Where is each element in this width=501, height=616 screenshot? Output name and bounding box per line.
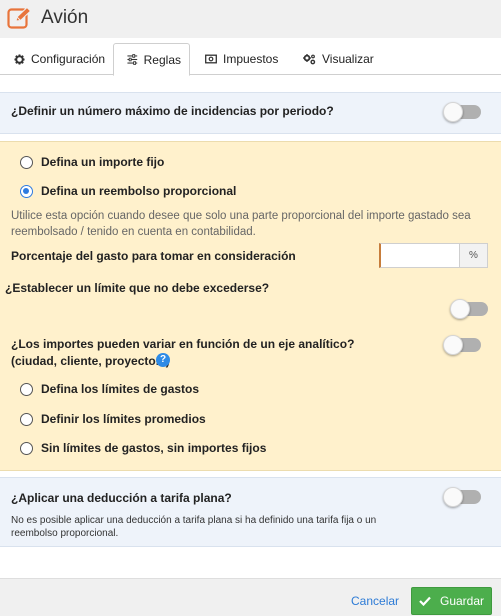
- proportional-hint: Utilice esta opción cuando desee que sol…: [11, 210, 471, 238]
- percentage-unit: %: [459, 243, 488, 268]
- expense-limits-radio[interactable]: Defina los límites de gastos: [20, 381, 199, 397]
- gear-icon: [14, 53, 25, 65]
- tab-bar: Configuración Reglas Impuestos Visualiza…: [0, 38, 501, 76]
- tab-label: Configuración: [31, 52, 106, 66]
- radio-label: Definir los límites promedios: [41, 412, 206, 426]
- radio-label: Defina un importe fijo: [41, 155, 165, 169]
- radio-label: Defina un reembolso proporcional: [41, 184, 237, 198]
- max-incidents-label: ¿Definir un número máximo de incidencias…: [11, 104, 334, 118]
- flat-rate-section: ¿Aplicar una deducción a tarifa plana? N…: [0, 477, 501, 547]
- fixed-amount-radio[interactable]: Defina un importe fijo: [20, 154, 164, 170]
- gears-icon: [303, 53, 316, 64]
- no-limits-radio[interactable]: Sin límites de gastos, sin importes fijo…: [20, 440, 266, 456]
- edit-icon: [7, 6, 32, 29]
- tab-reglas[interactable]: Reglas: [113, 43, 190, 76]
- cancel-button[interactable]: Cancelar: [351, 594, 399, 608]
- save-label: Guardar: [439, 594, 485, 608]
- flat-rate-label: ¿Aplicar una deducción a tarifa plana?: [11, 491, 232, 505]
- tab-label: Reglas: [143, 52, 181, 67]
- money-icon: [205, 54, 217, 64]
- radio-label: Sin límites de gastos, sin importes fijo…: [41, 441, 267, 455]
- tab-label: Visualizar: [322, 52, 374, 66]
- radio-circle: [20, 382, 33, 396]
- save-button[interactable]: Guardar: [411, 587, 492, 615]
- radio-circle: [20, 155, 33, 169]
- radio-circle: [20, 441, 33, 455]
- tab-configuracion[interactable]: Configuración: [6, 43, 113, 75]
- percentage-input[interactable]: [379, 243, 460, 268]
- tab-impuestos[interactable]: Impuestos: [197, 43, 286, 75]
- max-incidents-section: ¿Definir un número máximo de incidencias…: [0, 92, 501, 134]
- sliders-icon: [127, 54, 138, 65]
- reimbursement-section: Defina un importe fijo Defina un reembol…: [0, 141, 501, 471]
- question-icon[interactable]: ?: [156, 353, 170, 367]
- radio-circle: [20, 412, 33, 426]
- flat-rate-toggle[interactable]: [443, 487, 481, 507]
- flat-rate-note: No es posible aplicar una deducción a ta…: [11, 515, 377, 539]
- proportional-radio[interactable]: Defina un reembolso proporcional: [20, 183, 236, 199]
- radio-label: Defina los límites de gastos: [41, 382, 200, 396]
- analytic-label: ¿Los importes pueden variar en función d…: [11, 337, 355, 351]
- average-limits-radio[interactable]: Definir los límites promedios: [20, 411, 206, 427]
- dialog-footer: Cancelar Guardar: [0, 578, 501, 616]
- window-title: Avión: [41, 7, 89, 28]
- analytic-sublabel: (ciudad, cliente, proyecto...): [11, 354, 170, 368]
- tab-visualizar[interactable]: Visualizar: [295, 43, 382, 75]
- radio-circle: [20, 184, 33, 198]
- tab-label: Impuestos: [223, 52, 279, 66]
- limit-toggle[interactable]: [450, 299, 488, 319]
- max-incidents-toggle[interactable]: [443, 102, 481, 122]
- limit-label: ¿Establecer un límite que no debe excede…: [5, 281, 270, 295]
- window-header: Avión: [0, 0, 501, 38]
- check-icon: [419, 596, 431, 606]
- percentage-label: Porcentaje del gasto para tomar en consi…: [11, 249, 296, 263]
- analytic-toggle[interactable]: [443, 335, 481, 355]
